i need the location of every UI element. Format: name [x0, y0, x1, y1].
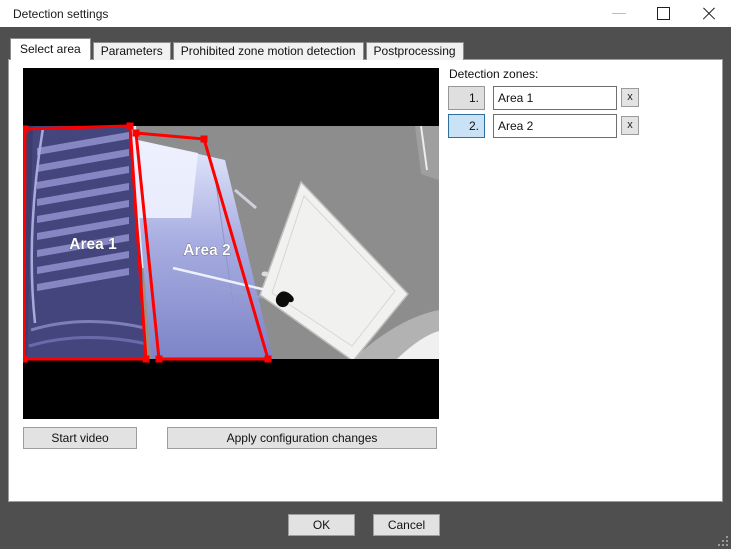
zone-row-1: 1. x [448, 86, 648, 110]
zone-handle[interactable] [156, 356, 163, 363]
zone-1-index-button[interactable]: 1. [448, 86, 485, 110]
minimize-button[interactable] [596, 0, 641, 27]
detection-zones-label: Detection zones: [449, 67, 538, 81]
minimize-icon [612, 13, 626, 14]
zone-handle[interactable] [23, 126, 29, 133]
maximize-icon [657, 7, 670, 20]
tab-strip: Select area Parameters Prohibited zone m… [10, 38, 466, 60]
close-button[interactable] [686, 0, 731, 27]
zone-2-index-button[interactable]: 2. [448, 114, 485, 138]
maximize-button[interactable] [641, 0, 686, 27]
start-video-button[interactable]: Start video [23, 427, 137, 449]
video-preview[interactable]: Area 1 Area 2 [23, 68, 439, 419]
select-area-tab-page: Area 1 Area 2 Detection zones: 1. x 2. x… [8, 59, 723, 502]
resize-grip[interactable] [717, 535, 729, 547]
zone-label-area2: Area 2 [183, 242, 230, 259]
zone-handle[interactable] [127, 123, 134, 130]
zone-2-name-input[interactable] [493, 114, 617, 138]
apply-configuration-button[interactable]: Apply configuration changes [167, 427, 437, 449]
tab-parameters[interactable]: Parameters [93, 42, 171, 60]
zone-handle[interactable] [265, 356, 272, 363]
zone-row-2: 2. x [448, 114, 648, 138]
close-icon [702, 7, 716, 21]
tab-select-area[interactable]: Select area [10, 38, 91, 60]
zone-label-area1: Area 1 [69, 236, 117, 253]
zone-handle[interactable] [133, 130, 140, 137]
zone-1-name-input[interactable] [493, 86, 617, 110]
title-bar: Detection settings [0, 0, 731, 27]
tab-prohibited-zone[interactable]: Prohibited zone motion detection [173, 42, 364, 60]
zone-handle[interactable] [23, 356, 28, 363]
zone-handle[interactable] [143, 356, 150, 363]
ok-button[interactable]: OK [288, 514, 355, 536]
window-title: Detection settings [13, 7, 108, 21]
zone-1-remove-button[interactable]: x [621, 88, 639, 107]
cancel-button[interactable]: Cancel [373, 514, 440, 536]
detection-settings-dialog: { "window": { "title": "Detection settin… [0, 0, 731, 549]
zone-handle[interactable] [201, 136, 208, 143]
zone-2-remove-button[interactable]: x [621, 116, 639, 135]
tab-postprocessing[interactable]: Postprocessing [366, 42, 464, 60]
